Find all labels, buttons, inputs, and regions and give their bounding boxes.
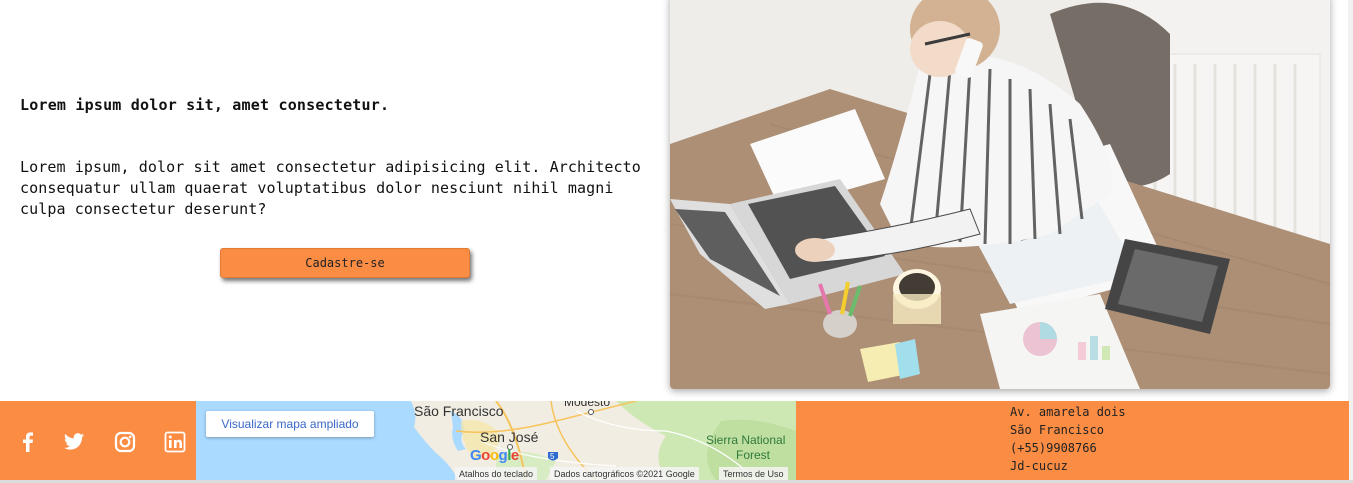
address-street: Av. amarela dois	[1010, 405, 1126, 419]
facebook-icon[interactable]	[17, 431, 39, 453]
footer: Visualizar mapa ampliado São Francisco M…	[0, 401, 1349, 480]
hero-heading: Lorem ipsum dolor sit, amet consectetur.	[20, 96, 390, 114]
woman-working-at-desk-photo	[670, 0, 1330, 389]
hero-section: Lorem ipsum dolor sit, amet consectetur.…	[20, 0, 660, 400]
address-neighborhood: Jd-cucuz	[1010, 459, 1068, 473]
map-label-sierra-national: Sierra National	[706, 433, 786, 447]
social-links	[0, 401, 196, 480]
map-label-san-jose: San José	[480, 429, 539, 445]
map-label-modesto: Modesto	[564, 401, 611, 409]
map-label-san-francisco: São Francisco	[414, 403, 504, 419]
map-data-attribution: Dados cartográficos ©2021 Google	[550, 467, 699, 480]
view-larger-map-button[interactable]: Visualizar mapa ampliado	[206, 411, 374, 437]
map-label-forest: Forest	[736, 448, 771, 462]
address-city: São Francisco	[1010, 423, 1104, 437]
contact-address: Av. amarela dois São Francisco (+55)9908…	[1010, 403, 1126, 475]
address-phone: (+55)9908766	[1010, 441, 1097, 455]
signup-button[interactable]: Cadastre-se	[220, 248, 470, 278]
twitter-icon[interactable]	[63, 431, 85, 453]
terms-of-use-link[interactable]: Termos de Uso	[719, 467, 788, 480]
google-logo: Google	[470, 447, 519, 464]
linkedin-icon[interactable]	[164, 431, 186, 453]
location-map[interactable]: Visualizar mapa ampliado São Francisco M…	[196, 401, 796, 480]
instagram-icon[interactable]	[114, 431, 136, 453]
hero-description: Lorem ipsum, dolor sit amet consectetur …	[20, 158, 641, 218]
keyboard-shortcuts-link[interactable]: Atalhos do teclado	[455, 467, 538, 480]
hero-photo	[670, 0, 1330, 389]
highway-shield-label: 5	[550, 452, 555, 461]
